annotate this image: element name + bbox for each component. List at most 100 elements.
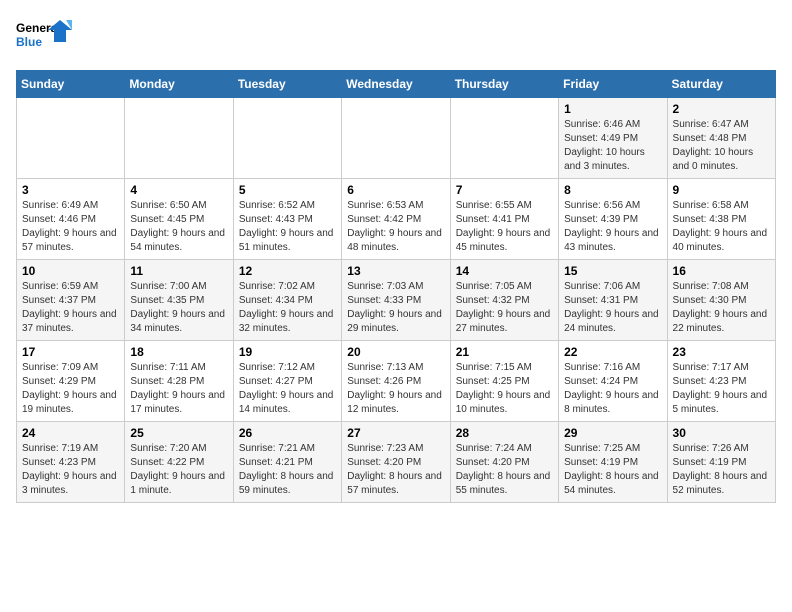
day-number: 15 [564,264,661,278]
calendar-week-row: 3 Sunrise: 6:49 AMSunset: 4:46 PMDaylight… [17,179,776,260]
calendar-day-cell: 29 Sunrise: 7:25 AMSunset: 4:19 PMDayligh… [559,422,667,503]
calendar-day-cell [450,98,558,179]
calendar-day-cell: 14 Sunrise: 7:05 AMSunset: 4:32 PMDayligh… [450,260,558,341]
calendar-table: SundayMondayTuesdayWednesdayThursdayFrid… [16,70,776,503]
day-info: Sunrise: 6:49 AMSunset: 4:46 PMDaylight:… [22,199,119,255]
day-number: 28 [456,426,553,440]
weekday-header: Tuesday [233,71,341,98]
calendar-header: SundayMondayTuesdayWednesdayThursdayFrid… [17,71,776,98]
day-info: Sunrise: 7:00 AMSunset: 4:35 PMDaylight:… [130,280,227,336]
day-number: 1 [564,102,661,116]
calendar-day-cell [125,98,233,179]
calendar-day-cell: 19Sunrise: 7:12 AMSunset: 4:27 PMDayligh… [233,341,341,422]
calendar-week-row: 1 Sunrise: 6:46 AMSunset: 4:49 PMDaylight… [17,98,776,179]
day-info: Sunrise: 7:05 AMSunset: 4:32 PMDaylight:… [456,280,553,336]
calendar-day-cell: 7Sunrise: 6:55 AMSunset: 4:41 PMDaylight… [450,179,558,260]
svg-text:Blue: Blue [16,35,42,49]
day-info: Sunrise: 7:24 AMSunset: 4:20 PMDaylight:… [456,442,553,498]
day-number: 20 [347,345,444,359]
calendar-day-cell: 22 Sunrise: 7:16 AMSunset: 4:24 PMDayligh… [559,341,667,422]
header: General Blue [16,16,776,60]
calendar-day-cell: 28 Sunrise: 7:24 AMSunset: 4:20 PMDayligh… [450,422,558,503]
day-info: Sunrise: 7:19 AMSunset: 4:23 PMDaylight:… [22,442,119,498]
calendar-day-cell: 9 Sunrise: 6:58 AMSunset: 4:38 PMDaylight… [667,179,775,260]
day-number: 5 [239,183,336,197]
day-number: 3 [22,183,119,197]
day-number: 19 [239,345,336,359]
calendar-day-cell: 5 Sunrise: 6:52 AMSunset: 4:43 PMDaylight… [233,179,341,260]
calendar-day-cell: 3 Sunrise: 6:49 AMSunset: 4:46 PMDaylight… [17,179,125,260]
calendar-day-cell: 1 Sunrise: 6:46 AMSunset: 4:49 PMDaylight… [559,98,667,179]
day-info: Sunrise: 7:11 AMSunset: 4:28 PMDaylight:… [130,361,227,417]
day-info: Sunrise: 7:20 AMSunset: 4:22 PMDaylight:… [130,442,227,498]
calendar-day-cell: 27Sunrise: 7:23 AMSunset: 4:20 PMDayligh… [342,422,450,503]
day-number: 17 [22,345,119,359]
day-info: Sunrise: 6:58 AMSunset: 4:38 PMDaylight:… [673,199,770,255]
day-number: 14 [456,264,553,278]
calendar-day-cell: 16 Sunrise: 7:08 AMSunset: 4:30 PMDayligh… [667,260,775,341]
calendar-day-cell: 6 Sunrise: 6:53 AMSunset: 4:42 PMDaylight… [342,179,450,260]
day-number: 9 [673,183,770,197]
day-info: Sunrise: 6:50 AMSunset: 4:45 PMDaylight:… [130,199,227,255]
day-number: 16 [673,264,770,278]
day-number: 8 [564,183,661,197]
day-info: Sunrise: 7:25 AMSunset: 4:19 PMDaylight:… [564,442,661,498]
day-info: Sunrise: 7:06 AMSunset: 4:31 PMDaylight:… [564,280,661,336]
calendar-day-cell: 25 Sunrise: 7:20 AMSunset: 4:22 PMDayligh… [125,422,233,503]
day-info: Sunrise: 6:53 AMSunset: 4:42 PMDaylight:… [347,199,444,255]
calendar-week-row: 10Sunrise: 6:59 AMSunset: 4:37 PMDayligh… [17,260,776,341]
weekday-header: Thursday [450,71,558,98]
weekday-header: Wednesday [342,71,450,98]
day-info: Sunrise: 6:52 AMSunset: 4:43 PMDaylight:… [239,199,336,255]
calendar-week-row: 24Sunrise: 7:19 AMSunset: 4:23 PMDayligh… [17,422,776,503]
calendar-day-cell: 24Sunrise: 7:19 AMSunset: 4:23 PMDayligh… [17,422,125,503]
weekday-header: Monday [125,71,233,98]
calendar-day-cell: 2 Sunrise: 6:47 AMSunset: 4:48 PMDaylight… [667,98,775,179]
day-info: Sunrise: 6:47 AMSunset: 4:48 PMDaylight:… [673,118,770,174]
day-number: 30 [673,426,770,440]
calendar-day-cell: 21 Sunrise: 7:15 AMSunset: 4:25 PMDayligh… [450,341,558,422]
day-number: 23 [673,345,770,359]
calendar-day-cell: 12Sunrise: 7:02 AMSunset: 4:34 PMDayligh… [233,260,341,341]
calendar-day-cell: 23 Sunrise: 7:17 AMSunset: 4:23 PMDayligh… [667,341,775,422]
calendar-day-cell: 13Sunrise: 7:03 AMSunset: 4:33 PMDayligh… [342,260,450,341]
day-number: 7 [456,183,553,197]
day-number: 26 [239,426,336,440]
day-number: 22 [564,345,661,359]
calendar-day-cell: 18Sunrise: 7:11 AMSunset: 4:28 PMDayligh… [125,341,233,422]
calendar-day-cell: 10Sunrise: 6:59 AMSunset: 4:37 PMDayligh… [17,260,125,341]
day-info: Sunrise: 7:15 AMSunset: 4:25 PMDaylight:… [456,361,553,417]
logo-svg: General Blue [16,16,72,60]
calendar-day-cell: 20 Sunrise: 7:13 AMSunset: 4:26 PMDayligh… [342,341,450,422]
day-info: Sunrise: 7:21 AMSunset: 4:21 PMDaylight:… [239,442,336,498]
day-number: 10 [22,264,119,278]
day-number: 4 [130,183,227,197]
calendar-day-cell: 30 Sunrise: 7:26 AMSunset: 4:19 PMDayligh… [667,422,775,503]
day-info: Sunrise: 7:08 AMSunset: 4:30 PMDaylight:… [673,280,770,336]
weekday-row: SundayMondayTuesdayWednesdayThursdayFrid… [17,71,776,98]
weekday-header: Saturday [667,71,775,98]
calendar-day-cell [17,98,125,179]
logo: General Blue [16,16,72,60]
calendar-week-row: 17Sunrise: 7:09 AMSunset: 4:29 PMDayligh… [17,341,776,422]
day-info: Sunrise: 7:16 AMSunset: 4:24 PMDaylight:… [564,361,661,417]
calendar-day-cell: 8 Sunrise: 6:56 AMSunset: 4:39 PMDaylight… [559,179,667,260]
day-number: 25 [130,426,227,440]
day-info: Sunrise: 7:17 AMSunset: 4:23 PMDaylight:… [673,361,770,417]
day-info: Sunrise: 7:26 AMSunset: 4:19 PMDaylight:… [673,442,770,498]
calendar-day-cell: 15 Sunrise: 7:06 AMSunset: 4:31 PMDayligh… [559,260,667,341]
day-info: Sunrise: 7:03 AMSunset: 4:33 PMDaylight:… [347,280,444,336]
calendar-day-cell: 4 Sunrise: 6:50 AMSunset: 4:45 PMDaylight… [125,179,233,260]
day-number: 2 [673,102,770,116]
day-number: 12 [239,264,336,278]
calendar-day-cell: 11Sunrise: 7:00 AMSunset: 4:35 PMDayligh… [125,260,233,341]
calendar-body: 1 Sunrise: 6:46 AMSunset: 4:49 PMDaylight… [17,98,776,503]
day-info: Sunrise: 6:46 AMSunset: 4:49 PMDaylight:… [564,118,661,174]
day-number: 29 [564,426,661,440]
calendar-day-cell [342,98,450,179]
calendar-day-cell: 17Sunrise: 7:09 AMSunset: 4:29 PMDayligh… [17,341,125,422]
day-number: 6 [347,183,444,197]
day-info: Sunrise: 6:56 AMSunset: 4:39 PMDaylight:… [564,199,661,255]
day-number: 21 [456,345,553,359]
day-info: Sunrise: 7:13 AMSunset: 4:26 PMDaylight:… [347,361,444,417]
